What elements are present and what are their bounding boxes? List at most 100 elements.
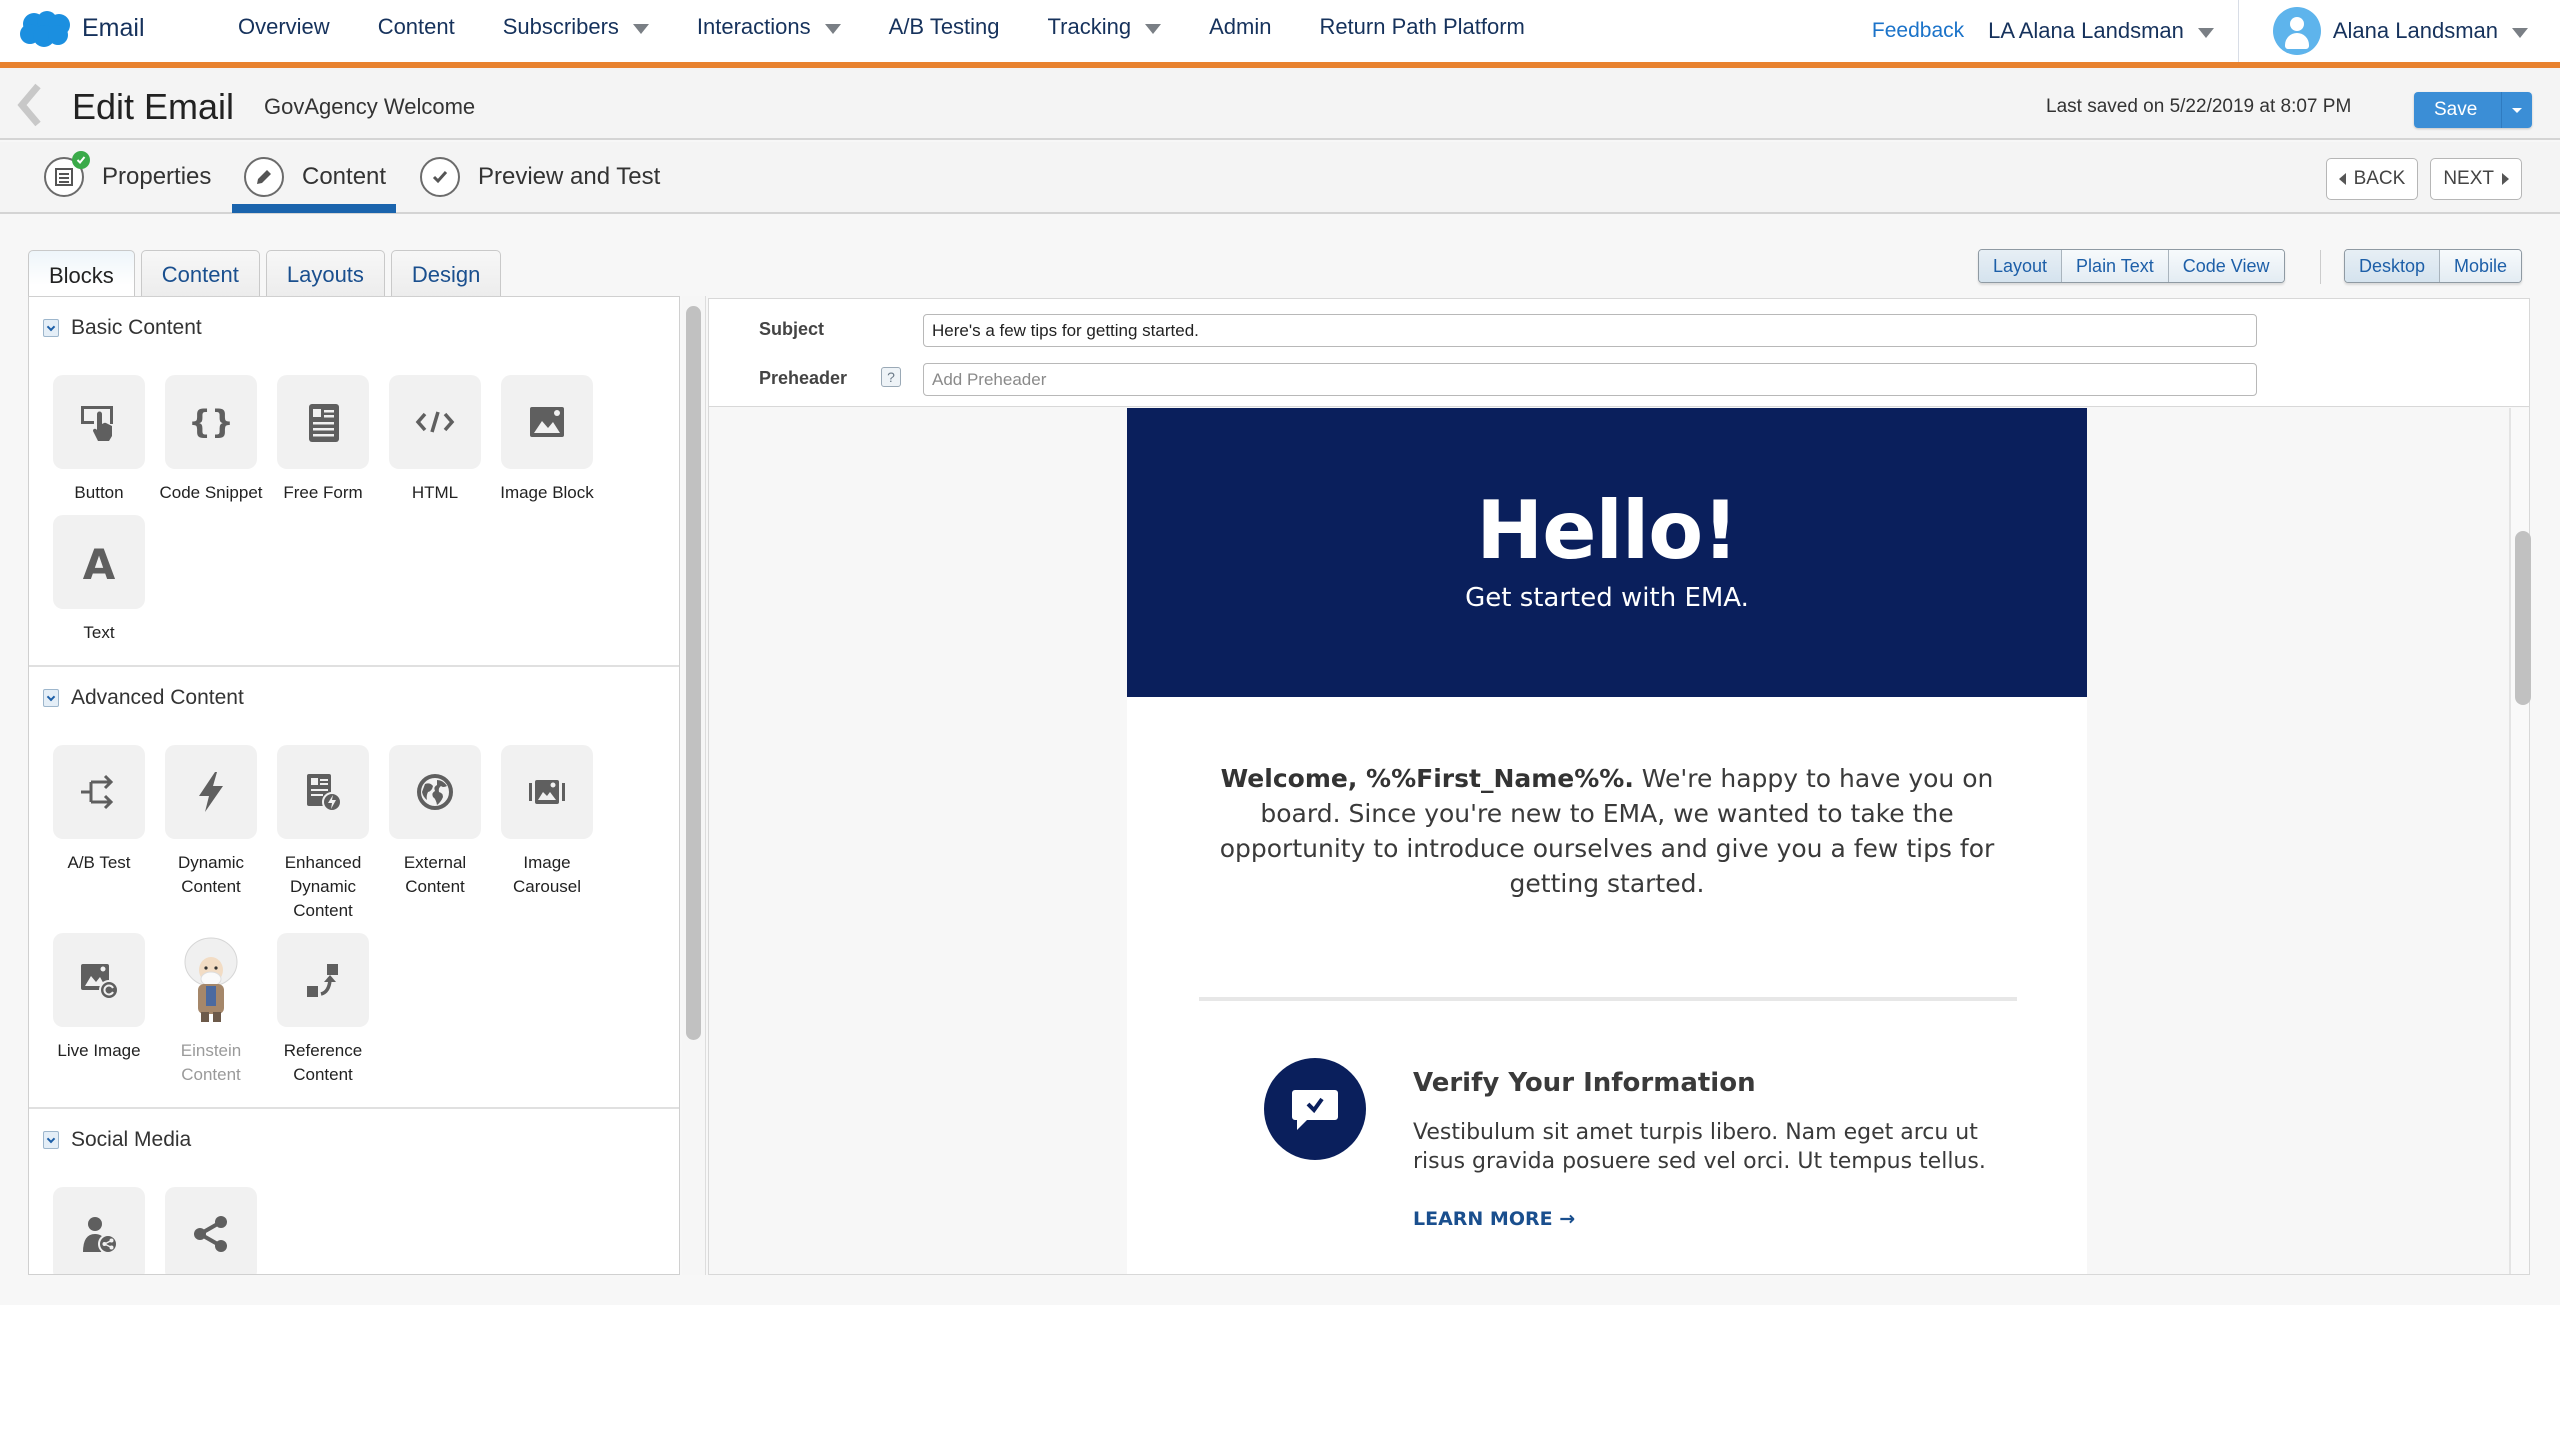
block-code-snippet[interactable]: {} Code Snippet <box>155 375 267 505</box>
next-button[interactable]: NEXT <box>2430 158 2522 200</box>
panel-tab-layouts[interactable]: Layouts <box>265 250 385 298</box>
nav-link-label: Overview <box>238 14 330 39</box>
block-dynamic-content[interactable]: Dynamic Content <box>155 745 267 923</box>
step-preview-and-test[interactable]: Preview and Test <box>420 142 660 212</box>
svg-text:A: A <box>83 540 116 584</box>
blocks-panel-scroll-thumb[interactable] <box>686 306 701 1040</box>
section-header[interactable]: Advanced Content <box>43 681 679 715</box>
app-root: Email Overview Content Subscribers Interact… <box>0 0 2560 1305</box>
step-properties[interactable]: Properties <box>44 142 211 212</box>
subject-label: Subject <box>759 319 825 339</box>
hero-block[interactable]: Hello! Get started with EMA. <box>1127 408 2087 697</box>
top-navigation: Email Overview Content Subscribers Interact… <box>0 0 2560 62</box>
chevron-down-icon <box>2512 28 2528 38</box>
block-image-block[interactable]: Image Block <box>491 375 603 505</box>
view-code-view-button[interactable]: Code View <box>2168 250 2284 282</box>
help-icon[interactable]: ? <box>881 367 901 387</box>
section-basic-content: Basic Content Button {} Code Snippet Free Fo… <box>29 297 679 667</box>
block-free-form[interactable]: Free Form <box>267 375 379 505</box>
intro-greeting: Welcome, %%First_Name%%. <box>1220 764 1634 793</box>
checkmark-icon <box>420 157 460 197</box>
pencil-icon <box>244 157 284 197</box>
panel-tab-design[interactable]: Design <box>390 250 502 298</box>
feature-block[interactable]: Verify Your Information Vestibulum sit a… <box>1127 1028 2087 1274</box>
email-canvas: Hello! Get started with EMA. Welcome, %%… <box>1127 408 2087 1274</box>
save-button[interactable]: Save <box>2414 92 2503 128</box>
email-name: GovAgency Welcome <box>264 94 476 119</box>
chevron-down-icon <box>824 24 841 34</box>
feedback-link[interactable]: Feedback <box>1872 19 1964 43</box>
block-social-share[interactable]: Social Share <box>155 1187 267 1274</box>
block-grid: Social FollowSocial Share <box>43 1157 679 1274</box>
block-label: Image Block <box>500 483 594 502</box>
svg-text:{}: {} <box>189 403 233 441</box>
device-desktop-button[interactable]: Desktop <box>2345 250 2441 282</box>
nav-link-a-b-testing[interactable]: A/B Testing <box>889 14 1000 40</box>
nav-link-tracking[interactable]: Tracking <box>1048 14 1162 40</box>
account-switcher[interactable]: LA Alana Landsman <box>1988 18 2214 44</box>
intro-text-block[interactable]: Welcome, %%First_Name%%. We're happy to … <box>1127 697 2087 901</box>
collapse-toggle-icon[interactable] <box>43 1131 59 1149</box>
salesforce-cloud-logo-icon[interactable] <box>18 10 72 48</box>
nav-link-label: Return Path Platform <box>1319 14 1525 39</box>
chat-check-icon <box>1264 1058 1366 1160</box>
section-header[interactable]: Basic Content <box>43 311 679 345</box>
block-external-content[interactable]: External Content <box>379 745 491 923</box>
block-label: Free Form <box>283 483 363 502</box>
user-menu[interactable]: Alana Landsman <box>2272 7 2528 55</box>
subject-input[interactable]: Here's a few tips for getting started. <box>923 314 2257 347</box>
canvas-scroll-thumb[interactable] <box>2515 531 2531 705</box>
hero-subtitle: Get started with EMA. <box>1465 583 1749 613</box>
panel-tab-content[interactable]: Content <box>140 250 260 298</box>
nav-link-interactions[interactable]: Interactions <box>697 14 841 40</box>
nav-link-content[interactable]: Content <box>378 14 455 40</box>
block-label: Image Carousel <box>512 853 582 896</box>
block-reference-content[interactable]: Reference Content <box>267 933 379 1087</box>
block-social-follow[interactable]: Social Follow <box>43 1187 155 1274</box>
view-plain-text-button[interactable]: Plain Text <box>2062 250 2169 282</box>
device-mobile-button[interactable]: Mobile <box>2440 250 2522 282</box>
ab-test-icon <box>53 745 145 839</box>
block-html[interactable]: HTML <box>379 375 491 505</box>
step-label: Preview and Test <box>478 163 661 190</box>
html-icon <box>389 375 481 469</box>
preheader-input[interactable]: Add Preheader <box>923 363 2257 396</box>
nav-link-label: Subscribers <box>502 14 619 39</box>
text-icon: A <box>53 515 145 609</box>
collapse-toggle-icon[interactable] <box>43 319 59 337</box>
collapse-toggle-icon[interactable] <box>43 689 59 707</box>
block-live-image[interactable]: Live Image <box>43 933 155 1087</box>
back-chevron-icon[interactable] <box>14 82 44 128</box>
nav-link-label: Tracking <box>1047 14 1132 39</box>
next-label: NEXT <box>2443 168 2494 189</box>
learn-more-link[interactable]: LEARN MORE → <box>1413 1208 1575 1230</box>
nav-divider <box>2237 0 2239 62</box>
device-toggle: Desktop Mobile <box>2344 249 2523 283</box>
nav-link-subscribers[interactable]: Subscribers <box>503 14 649 40</box>
chevron-down-icon <box>2197 28 2214 38</box>
save-button-group: Save <box>2414 92 2533 128</box>
back-button[interactable]: BACK <box>2325 158 2419 200</box>
page-title: Edit Email <box>72 86 235 127</box>
block-grid: A/B Test Dynamic Content Enhanced Dynamic … <box>43 715 679 1097</box>
blocks-panel: Basic Content Button {} Code Snippet Free Fo… <box>28 296 680 1275</box>
panel-tab-blocks[interactable]: Blocks <box>28 250 135 300</box>
nav-link-overview[interactable]: Overview <box>238 14 330 40</box>
nav-link-return-path-platform[interactable]: Return Path Platform <box>1319 14 1524 40</box>
feature-body: Vestibulum sit amet turpis libero. Nam e… <box>1413 1120 1986 1174</box>
wizard-steps: Properties Content Preview and Test BACK… <box>0 142 2560 214</box>
nav-link-label: Admin <box>1209 14 1272 39</box>
block-button[interactable]: Button <box>43 375 155 505</box>
block-label: Reference Content <box>283 1041 363 1084</box>
save-dropdown-button[interactable] <box>2502 92 2533 128</box>
nav-link-admin[interactable]: Admin <box>1209 14 1271 40</box>
block-enhanced-dynamic-content[interactable]: Enhanced Dynamic Content <box>267 745 379 923</box>
block-text[interactable]: A Text <box>43 515 155 645</box>
view-layout-button[interactable]: Layout <box>1979 250 2063 282</box>
content-divider <box>1199 997 2017 1001</box>
block-a-b-test[interactable]: A/B Test <box>43 745 155 923</box>
user-name: Alana Landsman <box>2332 18 2498 43</box>
section-header[interactable]: Social Media <box>43 1123 679 1157</box>
block-image-carousel[interactable]: Image Carousel <box>491 745 603 923</box>
step-content[interactable]: Content <box>244 142 386 212</box>
